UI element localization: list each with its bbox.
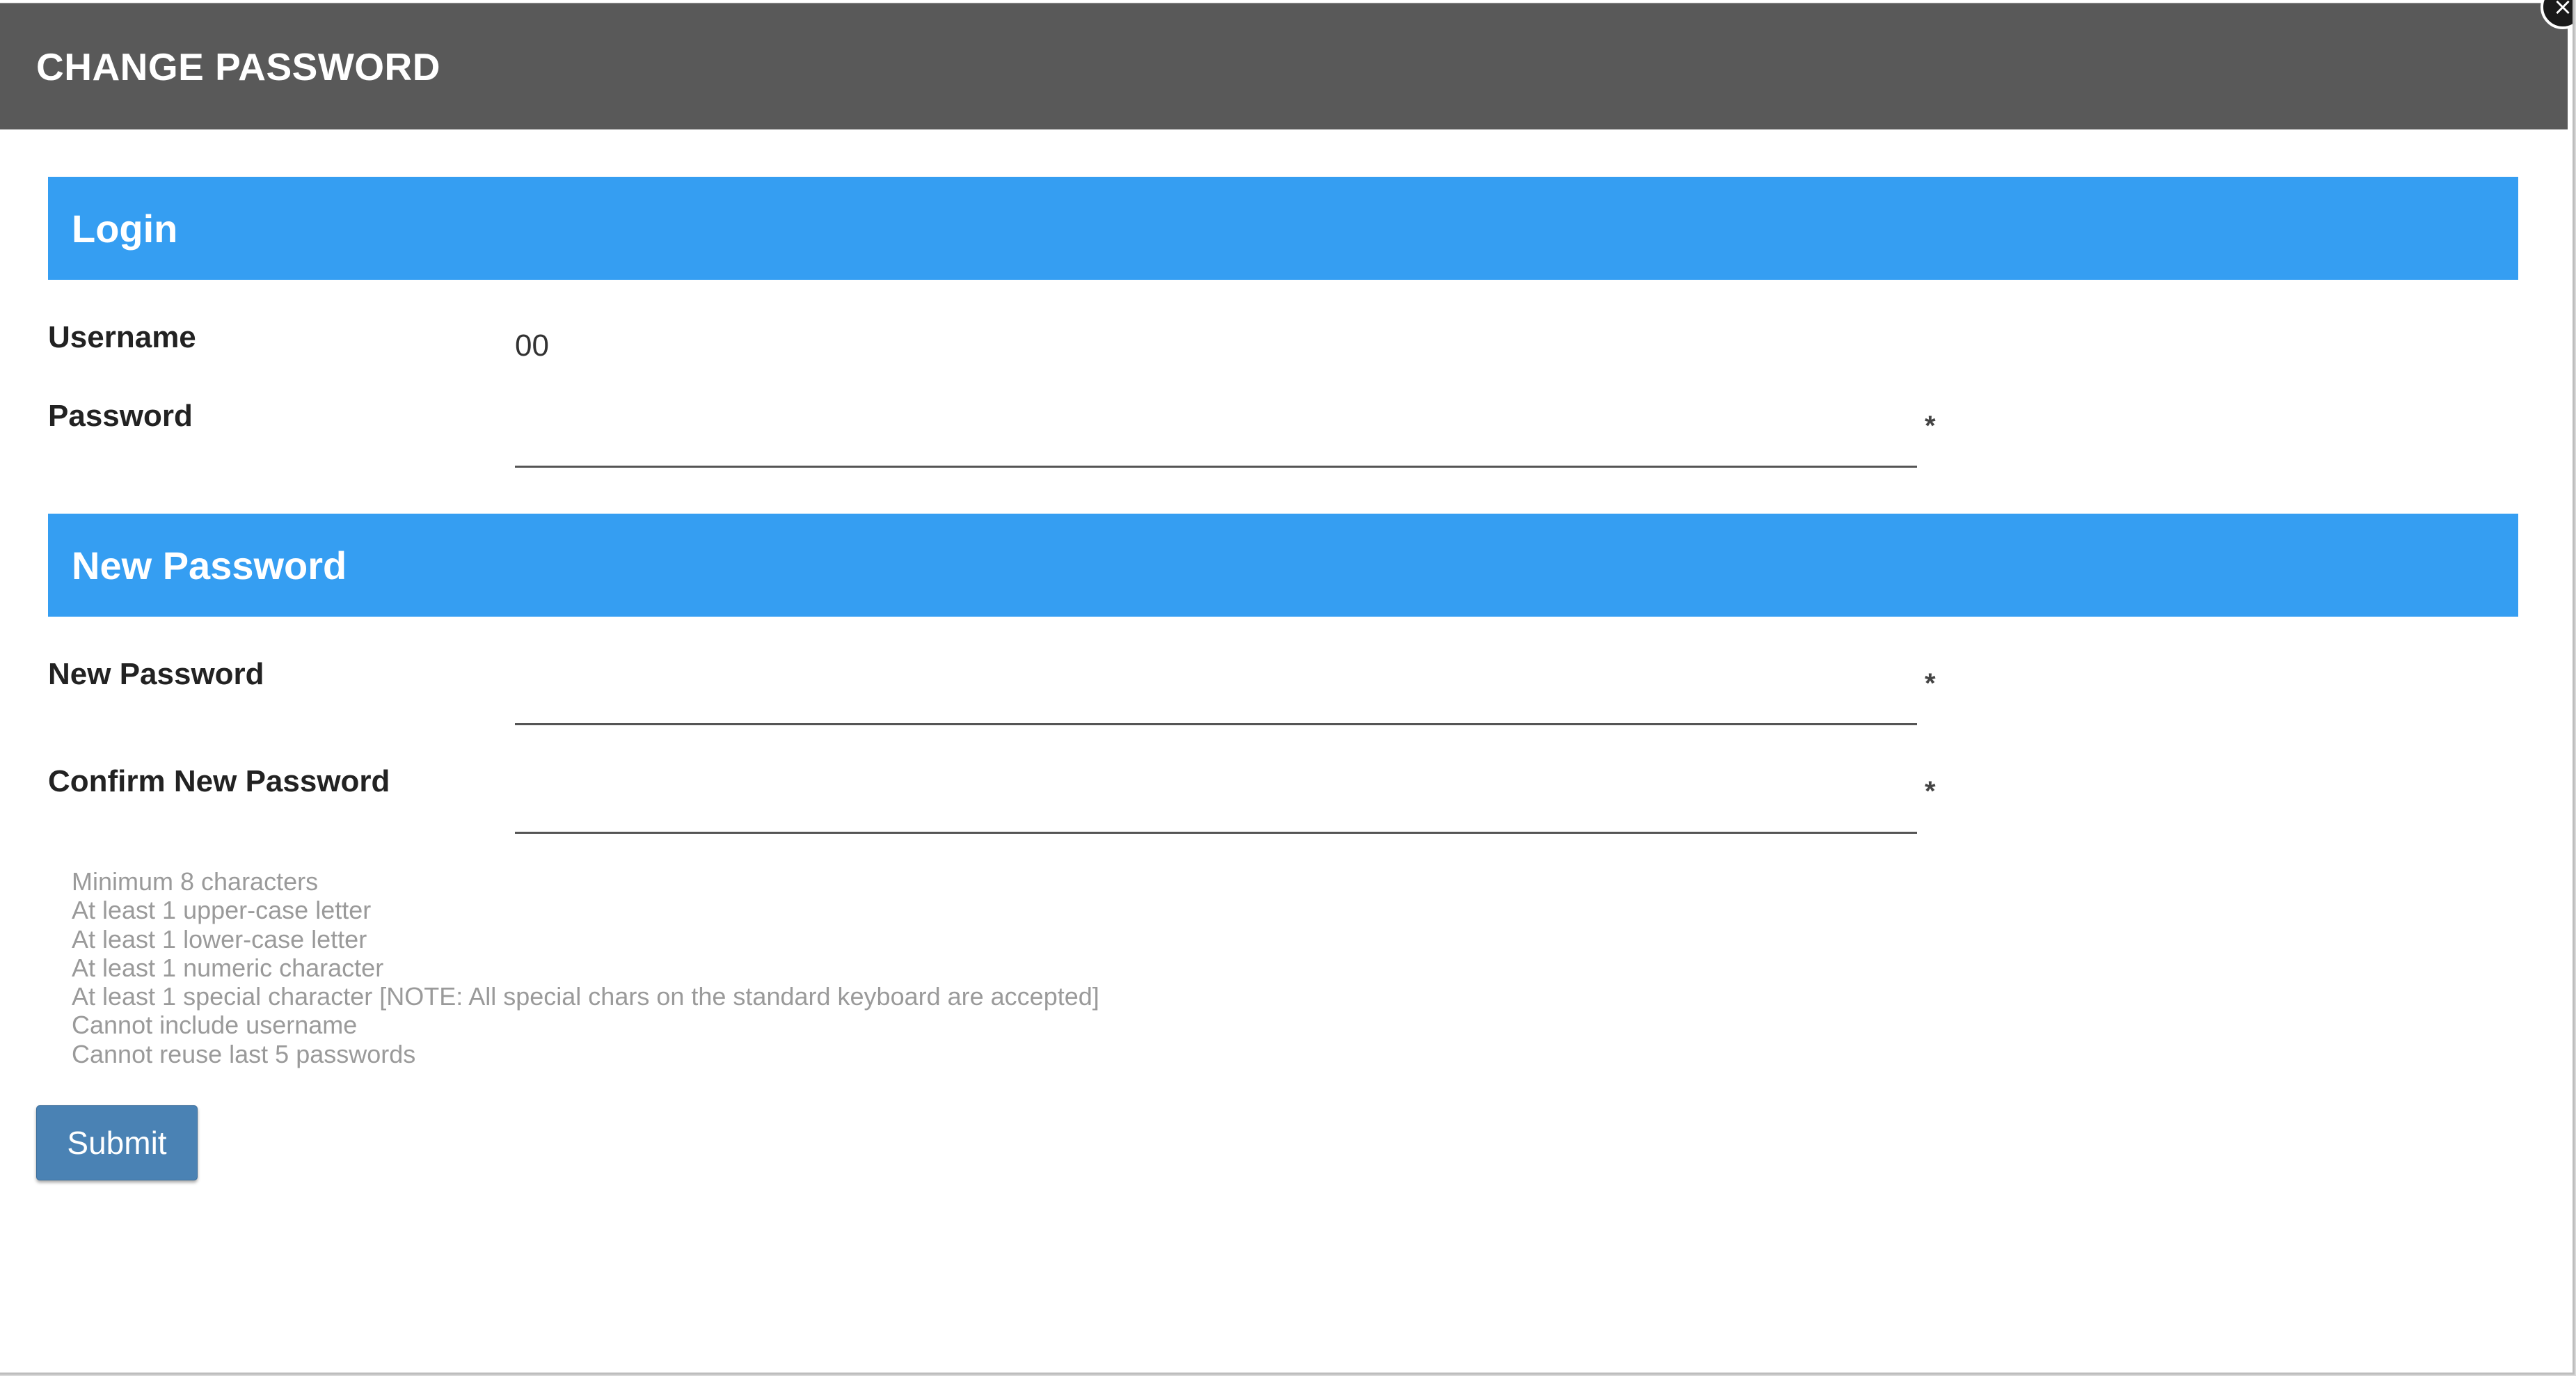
password-field[interactable]: [515, 416, 1917, 468]
confirm-password-required-marker: *: [1925, 776, 1936, 807]
username-label: Username: [48, 320, 196, 354]
dialog-titlebar: CHANGE PASSWORD: [0, 3, 2568, 129]
password-rule: Minimum 8 characters: [72, 867, 319, 896]
password-rule: At least 1 lower-case letter: [72, 924, 367, 954]
login-section-title: Login: [72, 207, 178, 251]
new-password-required-marker: *: [1925, 668, 1936, 699]
password-required-marker: *: [1925, 411, 1936, 441]
new-password-label: New Password: [48, 657, 264, 691]
password-rule: At least 1 special character [NOTE: All …: [72, 982, 1099, 1011]
password-label: Password: [48, 399, 193, 433]
submit-button[interactable]: Submit: [36, 1105, 198, 1180]
password-rule: Cannot include username: [72, 1011, 358, 1040]
password-rules-list: Minimum 8 characters At least 1 upper-ca…: [72, 867, 1099, 1068]
login-section-header: Login: [48, 177, 2518, 280]
password-rule: At least 1 numeric character: [72, 953, 384, 982]
password-rule: Cannot reuse last 5 passwords: [72, 1039, 416, 1068]
new-password-section-title: New Password: [72, 544, 347, 587]
confirm-password-label: Confirm New Password: [48, 764, 390, 798]
change-password-dialog: CHANGE PASSWORD Login Username 00 Passwo…: [0, 0, 2575, 1375]
dialog-title: CHANGE PASSWORD: [36, 45, 440, 88]
username-value: 00: [515, 329, 549, 363]
confirm-password-field[interactable]: [515, 782, 1917, 834]
password-rule: At least 1 upper-case letter: [72, 896, 372, 925]
new-password-field[interactable]: [515, 673, 1917, 725]
new-password-section-header: New Password: [48, 514, 2518, 617]
